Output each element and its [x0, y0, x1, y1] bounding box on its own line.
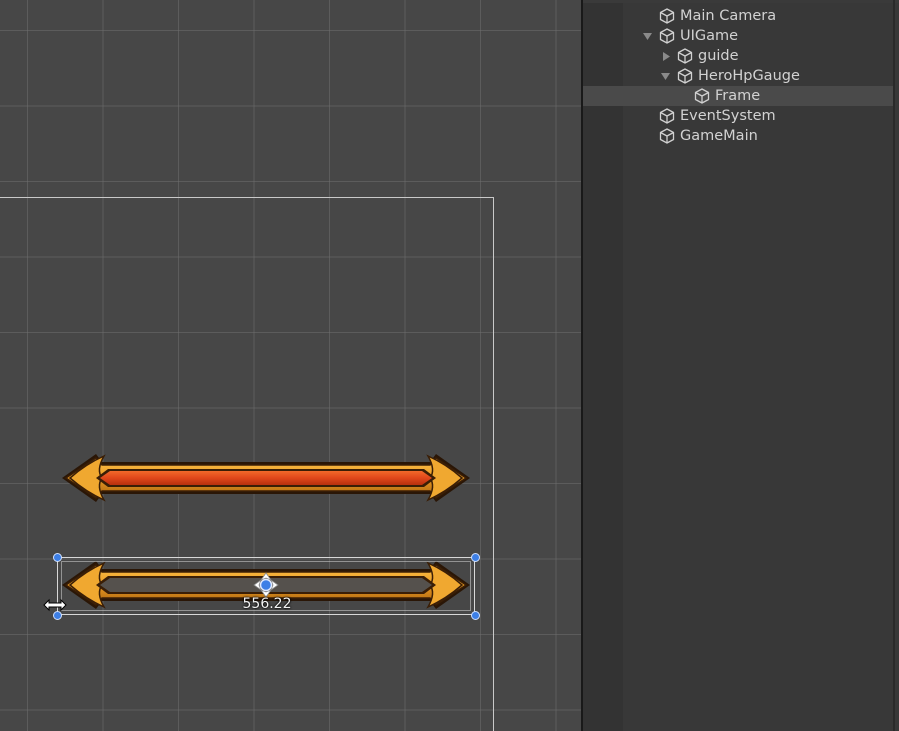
hierarchy-item-label: UIGame	[680, 28, 739, 44]
hierarchy-item-main-camera[interactable]: Main Camera	[583, 6, 893, 26]
hierarchy-item-guide[interactable]: guide	[583, 46, 893, 66]
resize-handle-top-left[interactable]	[53, 553, 62, 562]
hierarchy-item-frame[interactable]: Frame	[583, 86, 893, 106]
hierarchy-panel: Main Camera UIGame guide HeroHpGauge Fra…	[583, 0, 899, 731]
gameobject-cube-icon	[677, 68, 693, 84]
pivot-anchor-icon[interactable]	[252, 571, 280, 599]
gameobject-cube-icon	[694, 88, 710, 104]
scene-view[interactable]: 556.22	[0, 0, 581, 731]
hierarchy-scrollbar[interactable]	[893, 0, 895, 731]
hp-fill-bar	[100, 471, 432, 485]
hierarchy-item-uigame[interactable]: UIGame	[583, 26, 893, 46]
gameobject-cube-icon	[659, 8, 675, 24]
resize-handle-bottom-left[interactable]	[53, 611, 62, 620]
hierarchy-item-label: guide	[698, 48, 739, 64]
horizontal-resize-cursor-icon	[43, 598, 67, 612]
hierarchy-item-label: GameMain	[680, 128, 758, 144]
gameobject-cube-icon	[659, 108, 675, 124]
hierarchy-item-label: Frame	[715, 88, 761, 104]
hierarchy-item-label: HeroHpGauge	[698, 68, 800, 84]
hierarchy-item-label: EventSystem	[680, 108, 776, 124]
size-readout: 556.22	[242, 596, 292, 612]
expand-arrow-down-icon[interactable]	[643, 32, 652, 41]
resize-handle-top-right[interactable]	[471, 553, 480, 562]
expand-arrow-down-icon[interactable]	[661, 72, 670, 81]
gameobject-cube-icon	[659, 128, 675, 144]
hp-gauge-filled[interactable]	[56, 448, 476, 508]
hierarchy-item-label: Main Camera	[680, 8, 777, 24]
expand-arrow-right-icon[interactable]	[662, 52, 671, 61]
hierarchy-item-eventsystem[interactable]: EventSystem	[583, 106, 893, 126]
hierarchy-item-herohpgauge[interactable]: HeroHpGauge	[583, 66, 893, 86]
gameobject-cube-icon	[677, 48, 693, 64]
scene-root-row-partial[interactable]	[583, 0, 899, 3]
resize-handle-bottom-right[interactable]	[471, 611, 480, 620]
gameobject-cube-icon	[659, 28, 675, 44]
hierarchy-item-gamemain[interactable]: GameMain	[583, 126, 893, 146]
